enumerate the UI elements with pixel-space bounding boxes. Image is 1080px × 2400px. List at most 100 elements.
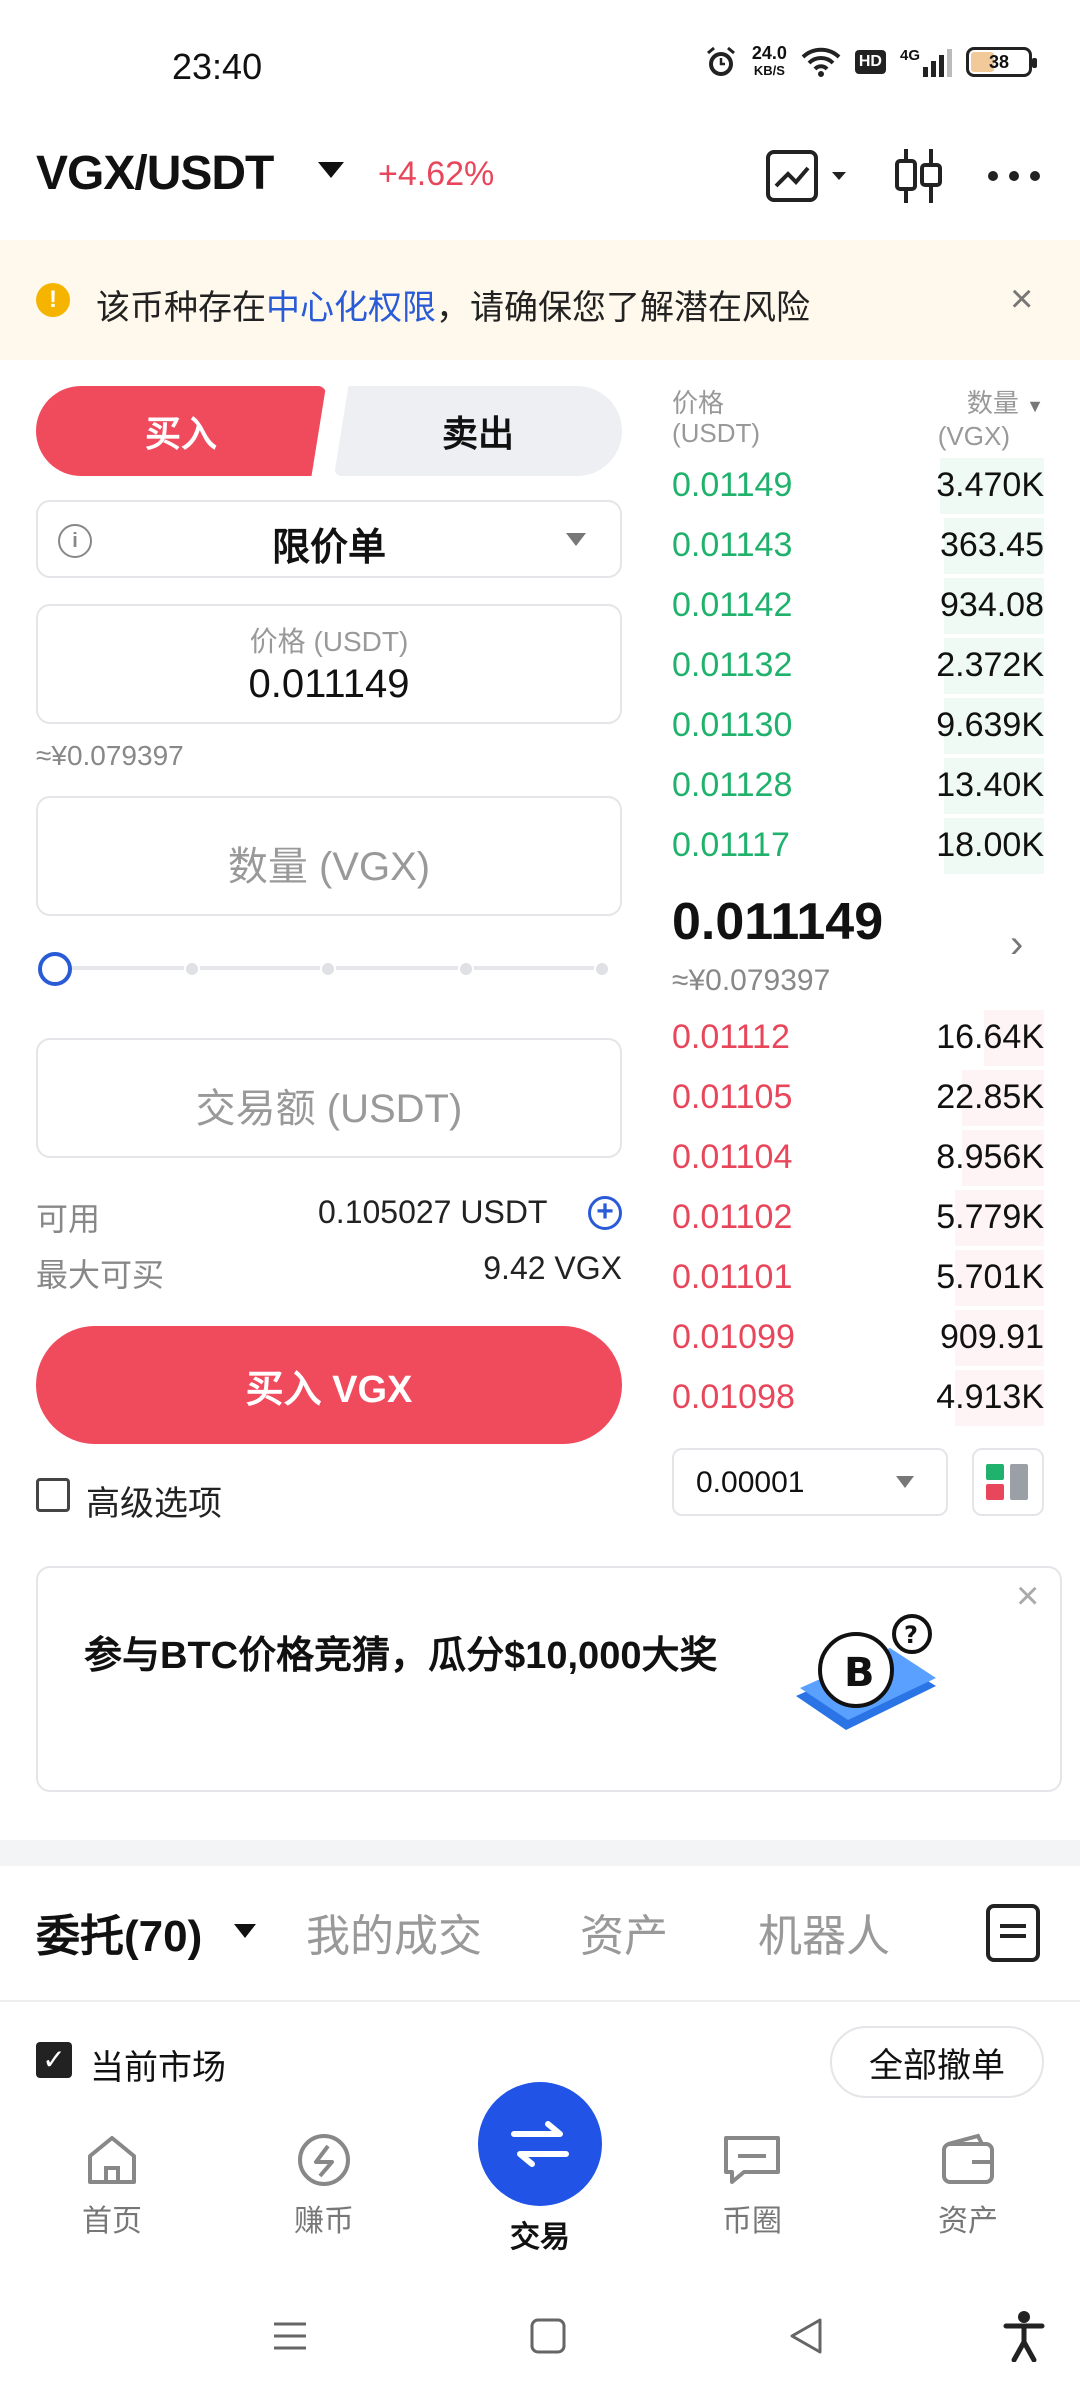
nav-assets[interactable]: 资产 bbox=[888, 2132, 1048, 2240]
slider-step[interactable] bbox=[458, 961, 474, 977]
current-market-label[interactable]: 当前市场 bbox=[90, 2040, 226, 2089]
more-button[interactable] bbox=[984, 148, 1044, 204]
price-label: 价格 (USDT) bbox=[249, 626, 409, 657]
pair-dropdown-caret-icon[interactable] bbox=[318, 162, 344, 178]
ask-row[interactable]: 0.01142 934.08 bbox=[672, 576, 1044, 636]
amount-placeholder: 交易额 (USDT) bbox=[195, 1087, 463, 1131]
home-square-icon[interactable] bbox=[528, 2316, 568, 2356]
chevron-right-icon[interactable]: › bbox=[1010, 922, 1023, 967]
candlestick-button[interactable] bbox=[888, 148, 948, 204]
available-value: 0.105027 USDT bbox=[318, 1194, 548, 1230]
notice-link[interactable]: 中心化权限 bbox=[266, 289, 436, 327]
wallet-icon bbox=[942, 2133, 994, 2184]
cancel-all-button[interactable]: 全部撤单 bbox=[830, 2026, 1044, 2098]
back-icon[interactable] bbox=[786, 2316, 826, 2356]
ask-qty: 934.08 bbox=[940, 586, 1044, 624]
bid-qty: 5.701K bbox=[936, 1258, 1044, 1296]
ask-price: 0.01143 bbox=[672, 526, 793, 564]
bid-price: 0.01098 bbox=[672, 1378, 795, 1416]
ask-price: 0.01130 bbox=[672, 706, 793, 744]
price-cny: ≈¥0.079397 bbox=[36, 740, 184, 771]
current-market-checkbox[interactable]: ✓ bbox=[36, 2042, 72, 2078]
last-price-cny: ≈¥0.079397 bbox=[672, 964, 831, 997]
max-buy-label: 最大可买 bbox=[36, 1257, 165, 1293]
ask-price: 0.01149 bbox=[672, 466, 793, 504]
ask-row[interactable]: 0.01132 2.372K bbox=[672, 636, 1044, 696]
max-buy-value: 9.42 VGX bbox=[483, 1250, 622, 1286]
ask-price: 0.01128 bbox=[672, 766, 793, 804]
orderbook-layout-button[interactable] bbox=[972, 1448, 1044, 1516]
swap-icon bbox=[511, 2121, 569, 2167]
alarm-icon bbox=[706, 46, 735, 76]
ask-qty: 363.45 bbox=[940, 526, 1044, 564]
chevron-down-icon[interactable] bbox=[234, 1924, 256, 1938]
chart-button[interactable] bbox=[764, 148, 854, 204]
advanced-options-label[interactable]: 高级选项 bbox=[86, 1476, 222, 1525]
quantity-placeholder: 数量 (VGX) bbox=[227, 845, 431, 889]
bid-row[interactable]: 0.01098 4.913K bbox=[672, 1368, 1044, 1428]
available-label: 可用 bbox=[36, 1201, 101, 1237]
slider-handle[interactable] bbox=[38, 952, 72, 986]
bid-row[interactable]: 0.01102 5.779K bbox=[672, 1188, 1044, 1248]
wifi-icon bbox=[801, 47, 841, 77]
bid-row[interactable]: 0.01101 5.701K bbox=[672, 1248, 1044, 1308]
chevron-down-icon bbox=[896, 1476, 914, 1488]
ask-qty: 3.470K bbox=[936, 466, 1044, 504]
bid-row[interactable]: 0.01112 16.64K bbox=[672, 1008, 1044, 1068]
ask-row[interactable]: 0.01130 9.639K bbox=[672, 696, 1044, 756]
close-icon[interactable]: × bbox=[1010, 279, 1033, 319]
accessibility-icon[interactable] bbox=[1002, 2310, 1046, 2362]
nav-trade-label[interactable]: 交易 bbox=[460, 2212, 620, 2256]
bid-qty: 22.85K bbox=[936, 1078, 1044, 1116]
slider-step[interactable] bbox=[320, 961, 336, 977]
candlestick-icon bbox=[895, 149, 942, 203]
bid-row[interactable]: 0.01104 8.956K bbox=[672, 1128, 1044, 1188]
pair-title[interactable]: VGX/USDT bbox=[36, 146, 274, 201]
tab-bot[interactable]: 机器人 bbox=[758, 1900, 890, 1964]
advanced-options-checkbox[interactable] bbox=[36, 1478, 70, 1512]
ask-qty: 2.372K bbox=[936, 646, 1044, 684]
bid-row[interactable]: 0.01099 909.91 bbox=[672, 1308, 1044, 1368]
orderbook-price-header: 价格 (USDT) bbox=[672, 388, 761, 448]
status-time: 23:40 bbox=[172, 46, 263, 87]
buy-button[interactable]: 买入 VGX bbox=[36, 1326, 622, 1444]
ask-qty: 9.639K bbox=[936, 706, 1044, 744]
buy-tab[interactable]: 买入 bbox=[36, 386, 326, 476]
more-icon bbox=[988, 171, 1040, 181]
chart-icon bbox=[766, 150, 846, 202]
chat-icon bbox=[724, 2136, 780, 2184]
bid-price: 0.01104 bbox=[672, 1138, 793, 1176]
nav-earn[interactable]: 赚币 bbox=[244, 2132, 404, 2240]
ask-row[interactable]: 0.01143 363.45 bbox=[672, 516, 1044, 576]
price-value[interactable]: 0.011149 bbox=[36, 662, 622, 707]
slider-step[interactable] bbox=[184, 961, 200, 977]
ask-row[interactable]: 0.01149 3.470K bbox=[672, 456, 1044, 516]
close-icon[interactable]: × bbox=[1016, 1574, 1039, 1619]
nav-home[interactable]: 首页 bbox=[32, 2132, 192, 2240]
add-funds-icon[interactable]: + bbox=[588, 1196, 622, 1230]
notice-text: 该币种存在中心化权限，请确保您了解潜在风险 bbox=[96, 289, 810, 327]
bid-row[interactable]: 0.01105 22.85K bbox=[672, 1068, 1044, 1128]
ask-row[interactable]: 0.01128 13.40K bbox=[672, 756, 1044, 816]
hd-icon: HD bbox=[854, 50, 886, 74]
bid-qty: 909.91 bbox=[940, 1318, 1044, 1356]
sell-tab[interactable]: 卖出 bbox=[334, 386, 622, 476]
tab-assets[interactable]: 资产 bbox=[580, 1900, 668, 1964]
bid-qty: 8.956K bbox=[936, 1138, 1044, 1176]
tab-my-trades[interactable]: 我的成交 bbox=[306, 1900, 482, 1964]
tab-orders[interactable]: 委托(70) bbox=[36, 1900, 202, 1964]
bid-price: 0.01112 bbox=[672, 1018, 790, 1056]
slider-step[interactable] bbox=[594, 961, 610, 977]
promo-text[interactable]: 参与BTC价格竞猜，瓜分$10,000大奖 bbox=[84, 1628, 724, 1684]
orderbook-qty-header[interactable]: 数量 ▼ (VGX) bbox=[920, 388, 1044, 451]
menu-icon[interactable] bbox=[270, 2316, 310, 2356]
order-history-icon[interactable] bbox=[986, 1904, 1040, 1962]
battery-icon: 38 bbox=[966, 47, 1037, 77]
warning-icon: ! bbox=[36, 283, 70, 317]
nav-trade-button[interactable] bbox=[478, 2082, 602, 2206]
nav-feed[interactable]: 币圈 bbox=[672, 2132, 832, 2240]
home-icon bbox=[88, 2136, 136, 2184]
ask-qty: 13.40K bbox=[936, 766, 1044, 804]
ask-row[interactable]: 0.01117 18.00K bbox=[672, 816, 1044, 876]
ask-price: 0.01132 bbox=[672, 646, 793, 684]
